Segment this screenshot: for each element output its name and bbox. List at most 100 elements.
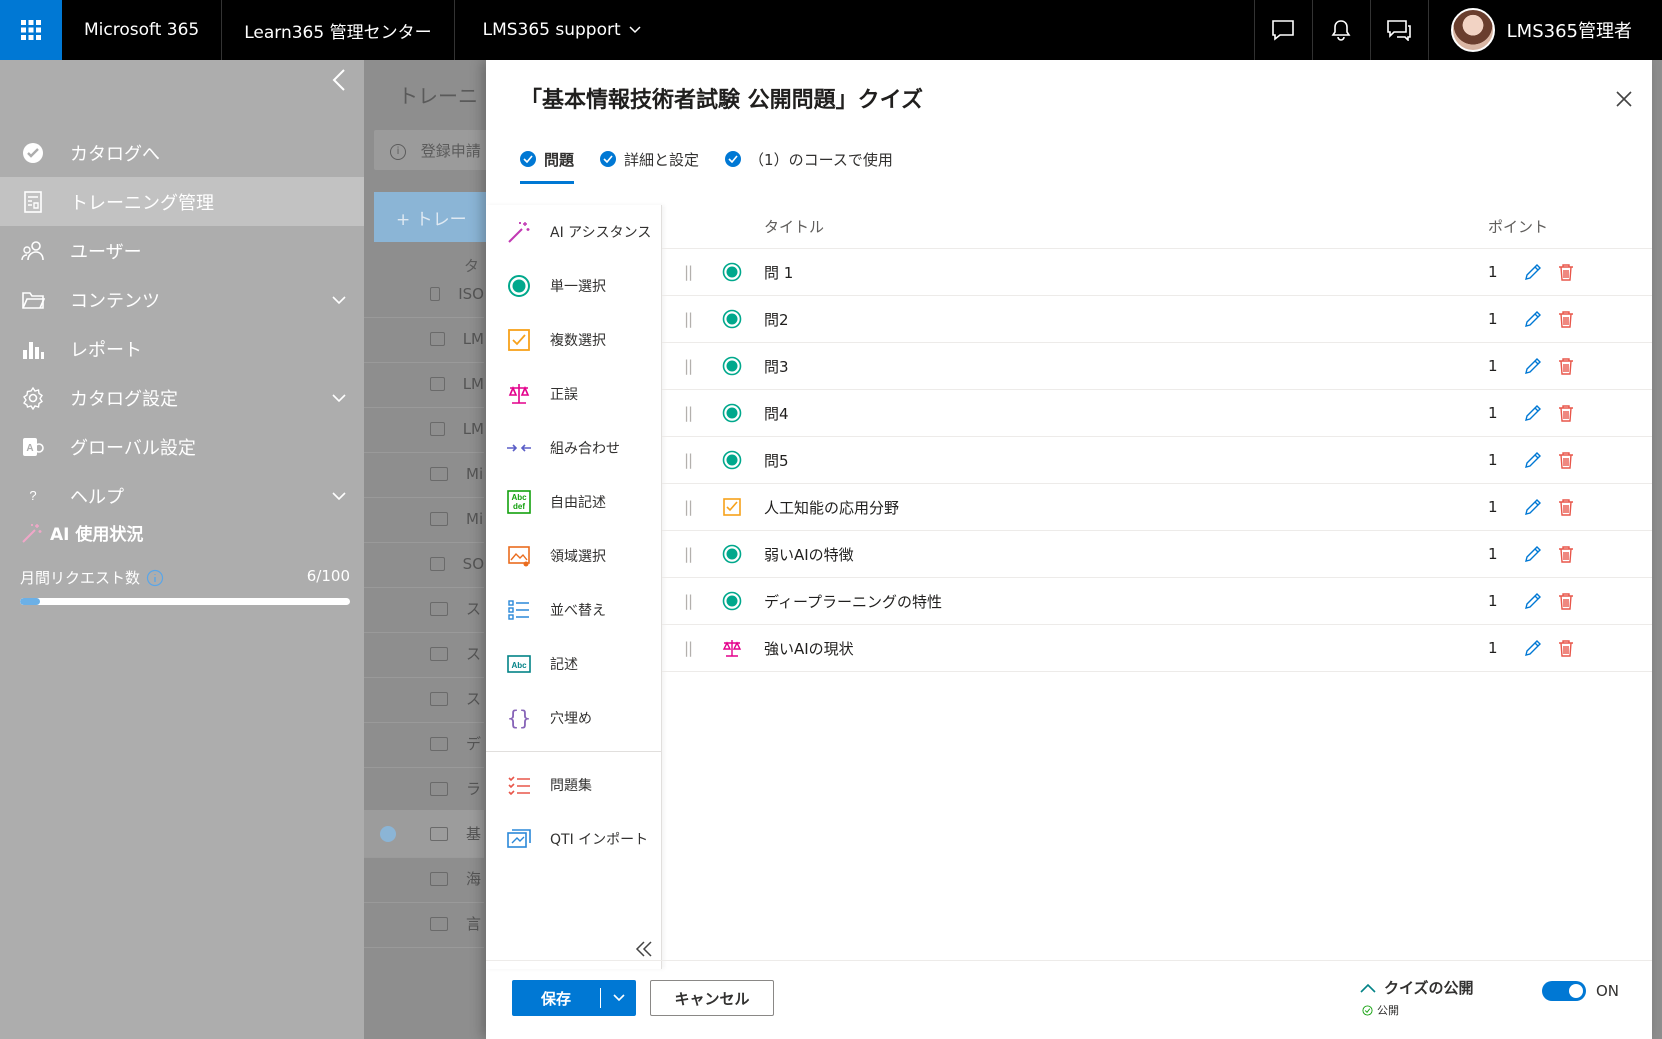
delete-icon[interactable] bbox=[1558, 592, 1576, 610]
question-type-image-area[interactable]: 領域選択 bbox=[486, 529, 661, 583]
cancel-button[interactable]: キャンセル bbox=[650, 980, 774, 1016]
chevron-down-icon[interactable] bbox=[332, 387, 346, 408]
question-row[interactable]: || 人工知能の応用分野 1 bbox=[662, 484, 1652, 531]
table-row[interactable]: Mi bbox=[364, 495, 484, 543]
drag-handle-icon[interactable]: || bbox=[684, 451, 693, 469]
table-row[interactable]: 基 bbox=[364, 810, 484, 858]
table-row[interactable]: Mi bbox=[364, 450, 484, 498]
question-type-radio[interactable]: 単一選択 bbox=[486, 259, 661, 313]
table-row[interactable]: ス bbox=[364, 630, 484, 678]
question-row[interactable]: || 問2 1 bbox=[662, 296, 1652, 343]
table-row[interactable]: LM bbox=[364, 405, 484, 453]
title-column-header: タイトル bbox=[764, 218, 825, 236]
question-type-scales[interactable]: 正誤 bbox=[486, 367, 661, 421]
sidebar-item[interactable]: レポート bbox=[0, 324, 364, 373]
close-icon[interactable] bbox=[1616, 88, 1632, 113]
question-row[interactable]: || 弱いAIの特徴 1 bbox=[662, 531, 1652, 578]
table-row[interactable]: デ bbox=[364, 720, 484, 768]
edit-icon[interactable] bbox=[1524, 451, 1542, 469]
edit-icon[interactable] bbox=[1524, 639, 1542, 657]
question-type-braces[interactable]: {} 穴埋め bbox=[486, 691, 661, 745]
delete-icon[interactable] bbox=[1558, 639, 1576, 657]
edit-icon[interactable] bbox=[1524, 498, 1542, 516]
question-row[interactable]: || 問4 1 bbox=[662, 390, 1652, 437]
chevron-down-icon[interactable] bbox=[332, 485, 346, 506]
drag-handle-icon[interactable]: || bbox=[684, 357, 693, 375]
collapse-sidebar-icon[interactable] bbox=[332, 68, 346, 99]
sidebar-item[interactable]: A グローバル設定 bbox=[0, 422, 364, 471]
drag-handle-icon[interactable]: || bbox=[684, 310, 693, 328]
edit-icon[interactable] bbox=[1524, 592, 1542, 610]
drag-handle-icon[interactable]: || bbox=[684, 639, 693, 657]
svg-text:Abc: Abc bbox=[511, 493, 527, 502]
sidebar-item[interactable]: コンテンツ bbox=[0, 275, 364, 324]
edit-icon[interactable] bbox=[1524, 357, 1542, 375]
table-row[interactable]: LM bbox=[364, 315, 484, 363]
app-launcher-icon[interactable] bbox=[0, 0, 62, 60]
edit-icon[interactable] bbox=[1524, 545, 1542, 563]
workspace-selector[interactable]: LMS365 support bbox=[455, 0, 663, 60]
braces-icon: {} bbox=[506, 705, 532, 731]
table-row[interactable]: SO bbox=[364, 540, 484, 588]
brand-name[interactable]: Microsoft 365 bbox=[62, 0, 223, 60]
sidebar-item[interactable]: ? ヘルプ bbox=[0, 471, 364, 520]
drag-handle-icon[interactable]: || bbox=[684, 498, 693, 516]
feedback-icon[interactable] bbox=[1253, 0, 1312, 60]
delete-icon[interactable] bbox=[1558, 357, 1576, 375]
sidebar-item[interactable]: ユーザー bbox=[0, 226, 364, 275]
delete-icon[interactable] bbox=[1558, 263, 1576, 281]
chat-icon[interactable] bbox=[1369, 0, 1428, 60]
edit-icon[interactable] bbox=[1524, 263, 1542, 281]
delete-icon[interactable] bbox=[1558, 404, 1576, 422]
question-type-list-order[interactable]: 並べ替え bbox=[486, 583, 661, 637]
delete-icon[interactable] bbox=[1558, 310, 1576, 328]
question-type-question-bank[interactable]: 問題集 bbox=[486, 758, 661, 812]
item-type-icon bbox=[430, 601, 448, 616]
tab[interactable]: （1）のコースで使用 bbox=[725, 140, 893, 178]
question-row[interactable]: || 問5 1 bbox=[662, 437, 1652, 484]
question-row[interactable]: || 問3 1 bbox=[662, 343, 1652, 390]
tab[interactable]: 問題 bbox=[520, 140, 575, 184]
question-type-arrows[interactable]: 組み合わせ bbox=[486, 421, 661, 475]
delete-icon[interactable] bbox=[1558, 451, 1576, 469]
sidebar-item[interactable]: カタログ設定 bbox=[0, 373, 364, 422]
sidebar-item-label: カタログへ bbox=[70, 143, 160, 165]
question-row[interactable]: || 問 1 1 bbox=[662, 249, 1652, 296]
question-type-checkbox[interactable]: 複数選択 bbox=[486, 313, 661, 367]
question-type-magic-wand[interactable]: AI アシスタンス bbox=[486, 205, 661, 259]
drag-handle-icon[interactable]: || bbox=[684, 592, 693, 610]
question-row[interactable]: || 強いAIの現状 1 bbox=[662, 625, 1652, 672]
question-type-import[interactable]: QTI インポート bbox=[486, 812, 661, 866]
edit-icon[interactable] bbox=[1524, 310, 1542, 328]
question-type-abc[interactable]: Abc 記述 bbox=[486, 637, 661, 691]
sidebar-item[interactable]: カタログへ bbox=[0, 128, 364, 177]
save-button[interactable]: 保存 bbox=[512, 980, 636, 1016]
table-row[interactable]: LM bbox=[364, 360, 484, 408]
bell-icon[interactable] bbox=[1311, 0, 1370, 60]
table-row[interactable]: ス bbox=[364, 585, 484, 633]
table-row[interactable]: ラ bbox=[364, 765, 484, 813]
publish-toggle[interactable] bbox=[1542, 981, 1586, 1001]
question-points: 1 bbox=[1488, 357, 1498, 375]
publish-expander[interactable]: クイズの公開 bbox=[1360, 977, 1474, 998]
table-row[interactable]: ス bbox=[364, 675, 484, 723]
question-row[interactable]: || ディープラーニングの特性 1 bbox=[662, 578, 1652, 625]
drag-handle-icon[interactable]: || bbox=[684, 263, 693, 281]
delete-icon[interactable] bbox=[1558, 545, 1576, 563]
drag-handle-icon[interactable]: || bbox=[684, 545, 693, 563]
app-title[interactable]: Learn365 管理センター bbox=[222, 0, 455, 60]
edit-icon[interactable] bbox=[1524, 404, 1542, 422]
table-row[interactable]: ISO bbox=[364, 270, 484, 318]
save-dropdown-icon[interactable] bbox=[601, 994, 636, 1002]
user-menu[interactable]: LMS365管理者 bbox=[1427, 0, 1662, 60]
chevron-down-icon[interactable] bbox=[332, 289, 346, 310]
table-row[interactable]: 言 bbox=[364, 900, 484, 948]
tab[interactable]: 詳細と設定 bbox=[600, 140, 699, 178]
delete-icon[interactable] bbox=[1558, 498, 1576, 516]
drag-handle-icon[interactable]: || bbox=[684, 404, 693, 422]
table-row[interactable]: 海 bbox=[364, 855, 484, 903]
question-type-abc-def[interactable]: Abc def 自由記述 bbox=[486, 475, 661, 529]
info-icon[interactable] bbox=[146, 569, 164, 587]
sidebar-item[interactable]: トレーニング管理 bbox=[0, 177, 364, 226]
collapse-panel-icon[interactable] bbox=[635, 935, 653, 963]
